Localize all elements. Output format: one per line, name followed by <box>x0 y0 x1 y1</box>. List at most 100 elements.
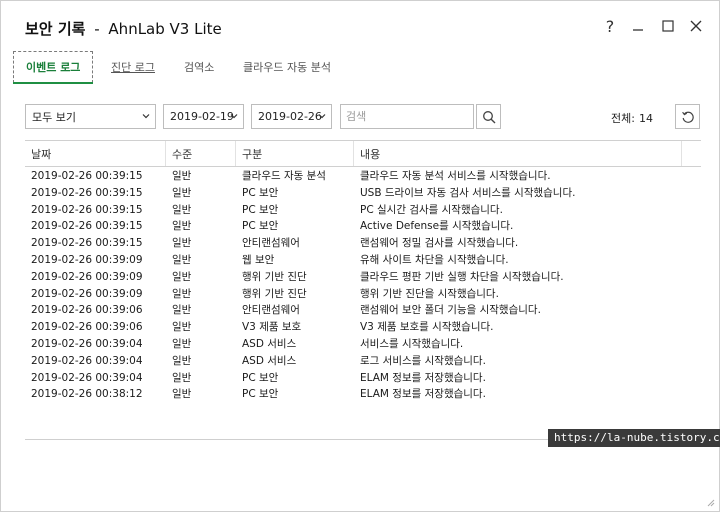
window-title: 보안 기록 - AhnLab V3 Lite <box>25 18 222 39</box>
cell-level: 일반 <box>172 304 192 317</box>
cell-date: 2019-02-26 00:39:09 <box>31 287 143 300</box>
cell-date: 2019-02-26 00:39:15 <box>31 186 143 199</box>
table-row[interactable]: 2019-02-26 00:39:04 일반 ASD 서비스 서비스를 시작했습니다. <box>25 336 701 353</box>
column-header-content[interactable]: 내용 <box>354 141 682 166</box>
chevron-down-icon <box>142 114 150 119</box>
close-button[interactable] <box>685 15 707 37</box>
tab-diagnosis-log[interactable]: 진단 로그 <box>111 51 155 83</box>
search-input[interactable] <box>340 104 474 129</box>
log-filter-select[interactable]: 모두 보기 <box>25 104 156 129</box>
cell-content: 유해 사이트 차단을 시작했습니다. <box>360 253 509 266</box>
cell-date: 2019-02-26 00:39:04 <box>31 371 143 384</box>
cell-date: 2019-02-26 00:39:06 <box>31 304 143 317</box>
window-title-main: 보안 기록 <box>25 20 86 38</box>
cell-content: PC 실시간 검사를 시작했습니다. <box>360 203 503 216</box>
cell-level: 일반 <box>172 287 192 300</box>
table-row[interactable]: 2019-02-26 00:39:15 일반 PC 보안 PC 실시간 검사를 시작했… <box>25 202 701 219</box>
cell-content: USB 드라이브 자동 검사 서비스를 시작했습니다. <box>360 186 576 199</box>
cell-level: 일반 <box>172 371 192 384</box>
table-row[interactable]: 2019-02-26 00:39:04 일반 ASD 서비스 로그 서비스를 시작했습… <box>25 353 701 370</box>
table-row[interactable]: 2019-02-26 00:39:04 일반 PC 보안 ELAM 정보를 저장했습니… <box>25 370 701 387</box>
cell-level: 일반 <box>172 253 192 266</box>
cell-category: 클라우드 자동 분석 <box>242 170 326 182</box>
cell-category: PC 보안 <box>242 186 279 199</box>
chevron-down-icon <box>230 114 238 119</box>
table-row[interactable]: 2019-02-26 00:39:15 일반 안티랜섬웨어 랜섬웨어 정밀 검사를 시… <box>25 235 701 252</box>
start-date-picker[interactable]: 2019-02-19 <box>163 104 244 129</box>
window-title-app: AhnLab V3 Lite <box>108 20 222 38</box>
search-icon <box>482 110 495 123</box>
cell-category: 안티랜섬웨어 <box>242 237 300 250</box>
resize-grip-icon[interactable] <box>705 497 715 507</box>
cell-content: 클라우드 평판 기반 실행 차단을 시작했습니다. <box>360 270 564 283</box>
table-row[interactable]: 2019-02-26 00:39:15 일반 클라우드 자동 분석 클라우드 자동 분… <box>25 168 701 185</box>
window-title-separator: - <box>94 20 100 38</box>
table-row[interactable]: 2019-02-26 00:39:15 일반 PC 보안 USB 드라이브 자동 검사… <box>25 185 701 202</box>
table-row[interactable]: 2019-02-26 00:39:09 일반 행위 기반 진단 클라우드 평판 기반 … <box>25 269 701 286</box>
cell-date: 2019-02-26 00:39:15 <box>31 203 143 216</box>
table-row[interactable]: 2019-02-26 00:39:09 일반 행위 기반 진단 행위 기반 진단을 시… <box>25 286 701 303</box>
close-icon <box>690 20 702 32</box>
help-button[interactable]: ? <box>599 15 621 37</box>
cell-date: 2019-02-26 00:39:04 <box>31 337 143 350</box>
table-row[interactable]: 2019-02-26 00:39:06 일반 V3 제품 보호 V3 제품 보호를 시… <box>25 319 701 336</box>
cell-content: 로그 서비스를 시작했습니다. <box>360 354 486 367</box>
cell-content: ELAM 정보를 저장했습니다. <box>360 371 486 384</box>
cell-level: 일반 <box>172 354 192 367</box>
minimize-button[interactable] <box>627 15 649 37</box>
column-header-date[interactable]: 날짜 <box>25 141 166 166</box>
tab-bar: 이벤트 로그 진단 로그 검역소 클라우드 자동 분석 <box>13 51 713 85</box>
security-log-window: 보안 기록 - AhnLab V3 Lite ? 이벤트 로그 진단 로그 검역… <box>0 0 720 512</box>
cell-category: 행위 기반 진단 <box>242 270 307 283</box>
cell-category: PC 보안 <box>242 220 279 233</box>
table-row[interactable]: 2019-02-26 00:38:12 일반 PC 보안 ELAM 정보를 저장했습니… <box>25 386 701 403</box>
cell-category: PC 보안 <box>242 371 279 384</box>
cell-date: 2019-02-26 00:39:15 <box>31 220 143 233</box>
cell-category: 웹 보안 <box>242 253 275 266</box>
refresh-icon <box>681 111 694 123</box>
table-row[interactable]: 2019-02-26 00:39:15 일반 PC 보안 Active Defense… <box>25 218 701 235</box>
cell-content: 클라우드 자동 분석 서비스를 시작했습니다. <box>360 170 551 182</box>
cell-category: ASD 서비스 <box>242 354 297 367</box>
tab-quarantine[interactable]: 검역소 <box>184 51 214 83</box>
end-date-picker[interactable]: 2019-02-26 <box>251 104 332 129</box>
table-header: 날짜 수준 구분 내용 <box>25 140 701 167</box>
table-body: 2019-02-26 00:39:15 일반 클라우드 자동 분석 클라우드 자동 분… <box>25 168 701 403</box>
cell-content: 랜섬웨어 보안 폴더 기능을 시작했습니다. <box>360 304 541 317</box>
title-bar[interactable]: 보안 기록 - AhnLab V3 Lite ? <box>1 1 719 51</box>
cell-level: 일반 <box>172 237 192 250</box>
cell-category: 행위 기반 진단 <box>242 287 307 300</box>
cell-content: V3 제품 보호를 시작했습니다. <box>360 321 494 334</box>
refresh-button[interactable] <box>675 104 700 129</box>
cell-category: PC 보안 <box>242 388 279 401</box>
cell-category: 안티랜섬웨어 <box>242 304 300 317</box>
maximize-button[interactable] <box>657 15 679 37</box>
cell-level: 일반 <box>172 321 192 334</box>
cell-level: 일반 <box>172 337 192 350</box>
column-header-level[interactable]: 수준 <box>166 141 236 166</box>
cell-date: 2019-02-26 00:39:15 <box>31 237 143 250</box>
log-filter-value: 모두 보기 <box>32 110 76 124</box>
cell-level: 일반 <box>172 270 192 283</box>
table-row[interactable]: 2019-02-26 00:39:09 일반 웹 보안 유해 사이트 차단을 시작했습… <box>25 252 701 269</box>
cell-level: 일반 <box>172 220 192 233</box>
cell-content: Active Defense를 시작했습니다. <box>360 220 514 233</box>
tab-cloud-auto-analysis[interactable]: 클라우드 자동 분석 <box>243 51 331 83</box>
tab-event-log[interactable]: 이벤트 로그 <box>13 51 94 84</box>
total-count-value: 14 <box>638 112 653 125</box>
event-log-table: 날짜 수준 구분 내용 2019-02-26 00:39:15 일반 클라우드 자동… <box>25 140 701 440</box>
cell-content: 행위 기반 진단을 시작했습니다. <box>360 287 499 300</box>
cell-date: 2019-02-26 00:39:04 <box>31 354 143 367</box>
column-header-category[interactable]: 구분 <box>236 141 354 166</box>
cell-category: V3 제품 보호 <box>242 321 302 334</box>
end-date-value: 2019-02-26 <box>258 110 322 123</box>
cell-date: 2019-02-26 00:39:15 <box>31 170 143 182</box>
cell-content: ELAM 정보를 저장했습니다. <box>360 388 486 401</box>
chevron-down-icon <box>318 114 326 119</box>
watermark: https://la-nube.tistory.com <box>548 429 720 447</box>
column-header-spacer <box>682 141 701 166</box>
table-row[interactable]: 2019-02-26 00:39:06 일반 안티랜섬웨어 랜섬웨어 보안 폴더 기능… <box>25 302 701 319</box>
total-count-label: 전체: <box>611 112 635 125</box>
maximize-icon <box>662 20 674 32</box>
search-button[interactable] <box>476 104 501 129</box>
